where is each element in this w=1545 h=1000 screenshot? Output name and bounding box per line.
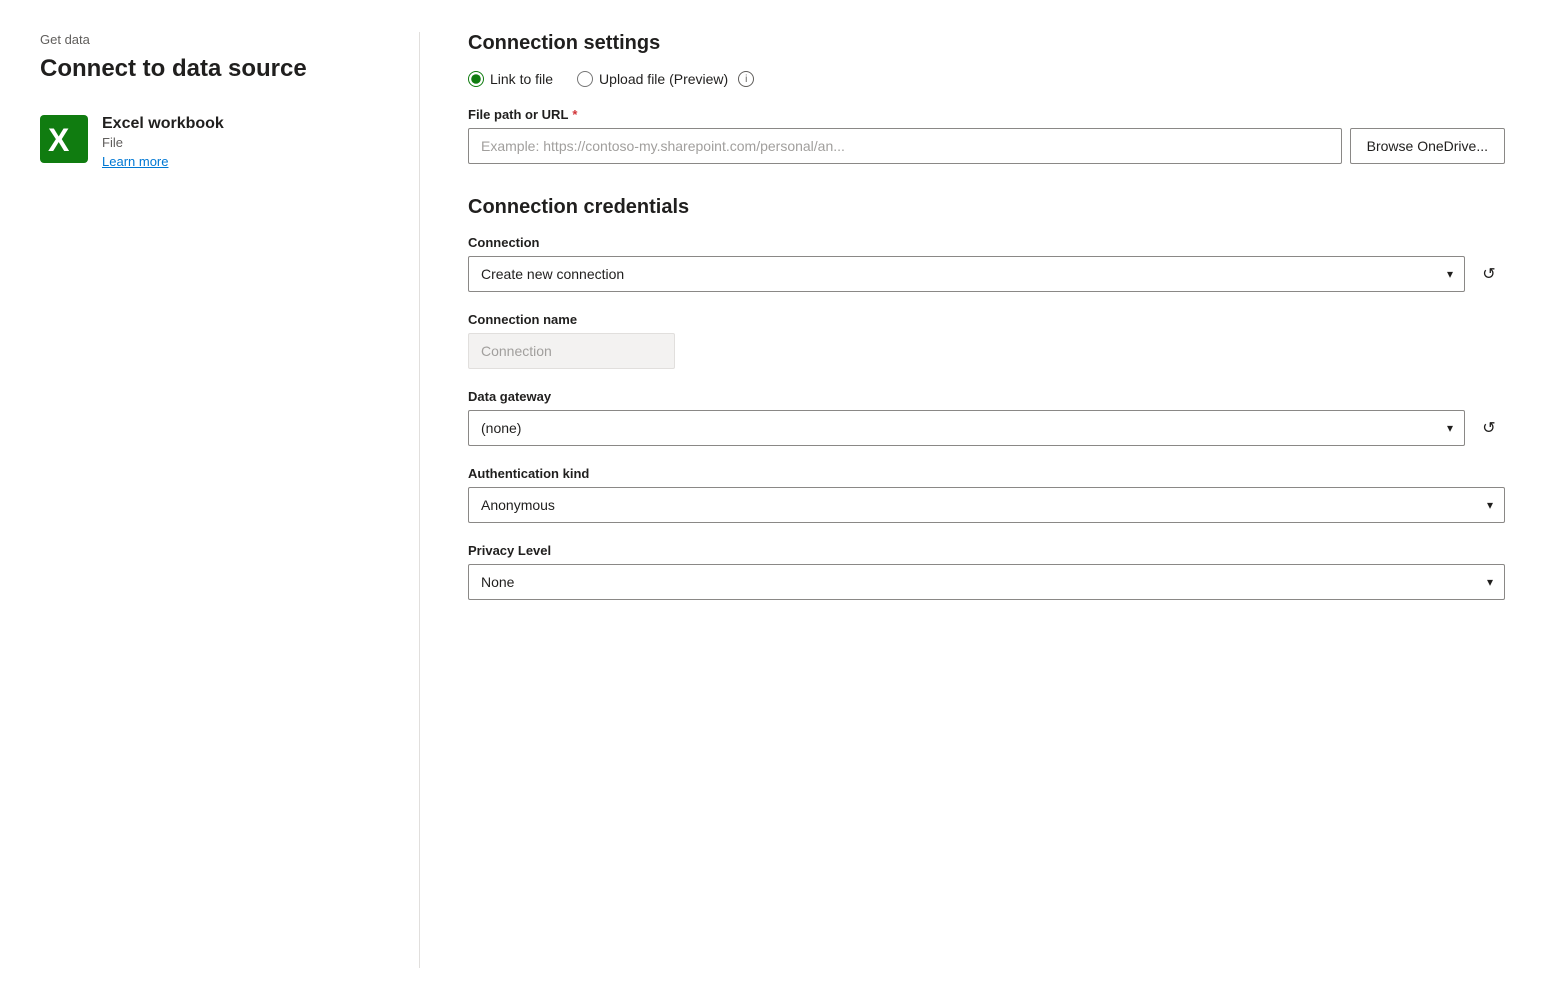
refresh-icon: ↺ [1482,264,1495,284]
breadcrumb: Get data [40,32,379,47]
file-path-label: File path or URL * [468,107,1505,122]
source-card: X Excel workbook File Learn more [40,115,379,169]
file-source-radio-group: Link to file Upload file (Preview) i [468,71,1505,87]
upload-file-info-icon[interactable]: i [738,71,754,87]
data-gateway-select-wrapper: (none) ▾ [468,410,1465,446]
upload-file-label: Upload file (Preview) [599,71,728,87]
browse-onedrive-button[interactable]: Browse OneDrive... [1350,128,1505,164]
connection-select[interactable]: Create new connection [468,256,1465,292]
file-path-group: File path or URL * Browse OneDrive... [468,107,1505,164]
source-name: Excel workbook [102,115,224,133]
data-gateway-refresh-icon: ↺ [1482,418,1495,438]
excel-icon: X [40,115,88,163]
auth-kind-select[interactable]: Anonymous [468,487,1505,523]
connection-name-group: Connection name [468,312,1505,369]
link-to-file-radio[interactable] [468,71,484,87]
link-to-file-option[interactable]: Link to file [468,71,553,87]
auth-kind-select-wrapper: Anonymous ▾ [468,487,1505,523]
left-panel: Get data Connect to data source X Excel … [40,32,420,968]
file-path-input[interactable] [468,128,1342,164]
page-title: Connect to data source [40,55,379,83]
upload-file-option[interactable]: Upload file (Preview) i [577,71,754,87]
upload-file-radio[interactable] [577,71,593,87]
data-gateway-group: Data gateway (none) ▾ ↺ [468,389,1505,446]
connection-name-input[interactable] [468,333,675,369]
source-type: File [102,135,224,150]
svg-text:X: X [48,122,70,158]
auth-kind-label: Authentication kind [468,466,1505,481]
data-gateway-select-row: (none) ▾ ↺ [468,410,1505,446]
data-gateway-label: Data gateway [468,389,1505,404]
link-to-file-label: Link to file [490,71,553,87]
connection-refresh-button[interactable]: ↺ [1473,258,1505,290]
privacy-level-label: Privacy Level [468,543,1505,558]
connection-label: Connection [468,235,1505,250]
connection-settings-title: Connection settings [468,32,1505,55]
data-gateway-select[interactable]: (none) [468,410,1465,446]
connection-select-row: Create new connection ▾ ↺ [468,256,1505,292]
auth-kind-group: Authentication kind Anonymous ▾ [468,466,1505,523]
privacy-level-select-wrapper: None ▾ [468,564,1505,600]
source-info: Excel workbook File Learn more [102,115,224,169]
connection-select-wrapper: Create new connection ▾ [468,256,1465,292]
data-gateway-refresh-button[interactable]: ↺ [1473,412,1505,444]
file-path-input-row: Browse OneDrive... [468,128,1505,164]
learn-more-link[interactable]: Learn more [102,154,224,169]
privacy-level-select[interactable]: None [468,564,1505,600]
right-panel: Connection settings Link to file Upload … [420,32,1505,968]
connection-name-label: Connection name [468,312,1505,327]
credentials-title: Connection credentials [468,196,1505,219]
connection-field-group: Connection Create new connection ▾ ↺ [468,235,1505,292]
required-star: * [572,107,577,122]
privacy-level-group: Privacy Level None ▾ [468,543,1505,600]
credentials-section: Connection credentials Connection Create… [468,196,1505,600]
